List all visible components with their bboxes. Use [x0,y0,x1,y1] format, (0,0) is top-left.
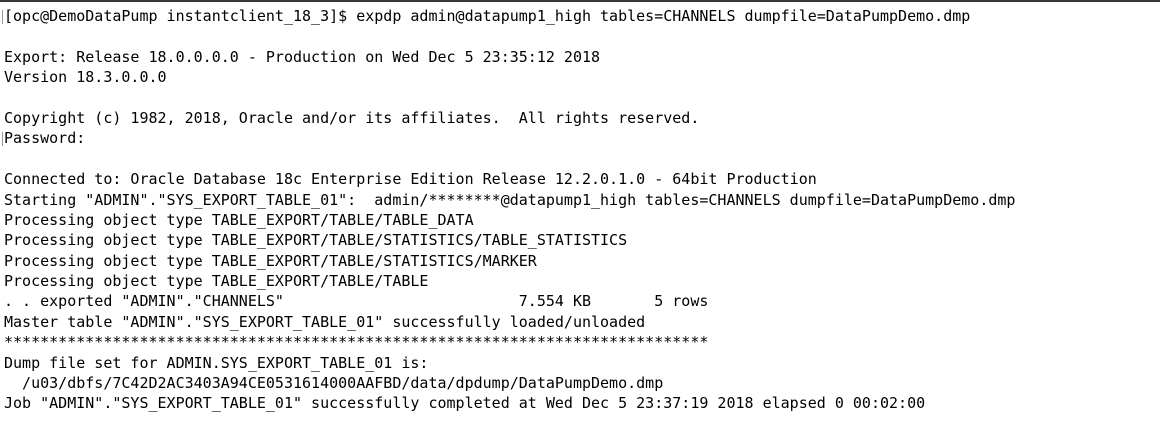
command-line: [opc@DemoDataPump instantclient_18_3]$ e… [4,7,971,25]
connected-line: Connected to: Oracle Database 18c Enterp… [4,170,817,189]
processing-line: Processing object type TABLE_EXPORT/TABL… [4,210,474,229]
processing-line: Processing object type TABLE_EXPORT/TABL… [4,231,628,250]
version-line: Version 18.3.0.0.0 [4,68,167,87]
prompt-marker [2,132,3,146]
exported-table-line: . . exported "ADMIN"."CHANNELS" 7.554 KB… [4,292,709,311]
password-prompt-line: Password: [4,129,86,148]
prompt-marker [2,10,3,24]
copyright-line: Copyright (c) 1982, 2018, Oracle and/or … [4,108,700,127]
starting-job-line: Starting "ADMIN"."SYS_EXPORT_TABLE_01": … [4,190,1016,209]
terminal-output[interactable]: [opc@DemoDataPump instantclient_18_3]$ e… [0,0,1160,432]
processing-line: Processing object type TABLE_EXPORT/TABL… [4,272,429,291]
job-completed-line: Job "ADMIN"."SYS_EXPORT_TABLE_01" succes… [4,394,926,413]
separator-line: ****************************************… [4,333,709,352]
master-table-line: Master table "ADMIN"."SYS_EXPORT_TABLE_0… [4,312,646,331]
dump-file-path-line: /u03/dbfs/7C42D2AC3403A94CE0531614000AAF… [4,374,664,393]
export-release-line: Export: Release 18.0.0.0.0 - Production … [4,47,601,66]
dump-file-set-line: Dump file set for ADMIN.SYS_EXPORT_TABLE… [4,353,429,372]
processing-line: Processing object type TABLE_EXPORT/TABL… [4,251,537,270]
